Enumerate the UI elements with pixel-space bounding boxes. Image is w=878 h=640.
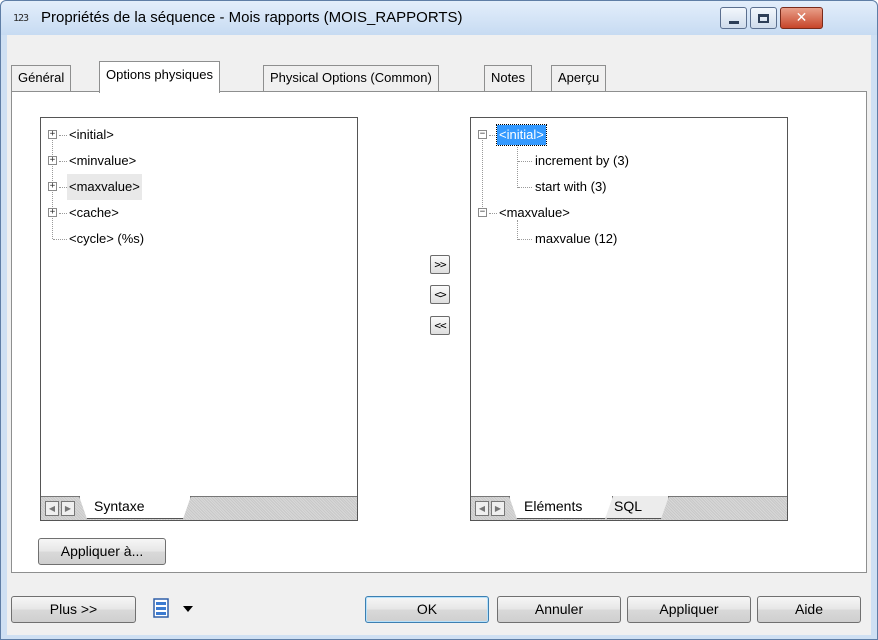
tree-item[interactable]: increment by (3) <box>477 148 783 174</box>
options-physiques-page: + <initial> + <minvalue> + <maxvalue> + … <box>11 91 867 573</box>
tree-line <box>59 187 67 188</box>
dialog-window: 123 Propriétés de la séquence - Mois rap… <box>0 0 878 640</box>
tree-item-label: increment by (3) <box>535 153 629 168</box>
syntax-tree-panel: + <initial> + <minvalue> + <maxvalue> + … <box>40 117 358 521</box>
tab-apercu[interactable]: Aperçu <box>551 65 607 91</box>
apply-to-button[interactable]: Appliquer à... <box>38 538 166 565</box>
expand-icon[interactable]: + <box>48 156 57 165</box>
tree-item[interactable]: + <maxvalue> <box>47 174 353 200</box>
tab-physical-options-common[interactable]: Physical Options (Common) <box>263 65 439 91</box>
tree-item-label: <maxvalue> <box>67 174 142 200</box>
title-bar[interactable]: 123 Propriétés de la séquence - Mois rap… <box>1 1 877 35</box>
ok-button[interactable]: OK <box>365 596 489 623</box>
tree-item[interactable]: maxvalue (12) <box>477 226 783 252</box>
tree-item[interactable]: + <cache> <box>47 200 353 226</box>
tree-line <box>59 135 67 136</box>
tab-elements[interactable]: Eléments <box>509 496 613 519</box>
syntax-tab-strip: ◀ ▶ Syntaxe <box>41 496 357 520</box>
tree-item[interactable]: − <maxvalue> <box>477 200 783 226</box>
more-button[interactable]: Plus >> <box>11 596 136 623</box>
tree-item[interactable]: + <initial> <box>47 122 353 148</box>
tree-line <box>489 213 497 214</box>
elements-tab-strip: ◀ ▶ SQL Eléments <box>471 496 787 520</box>
syntax-tree: + <initial> + <minvalue> + <maxvalue> + … <box>47 122 353 252</box>
expand-icon[interactable]: + <box>48 182 57 191</box>
tree-item[interactable]: <cycle> (%s) <box>47 226 353 252</box>
tree-item-label: maxvalue (12) <box>535 231 618 246</box>
dropdown-caret-icon[interactable] <box>183 606 193 612</box>
tree-item-label: <initial> <box>69 127 114 142</box>
property-sheet-icon[interactable] <box>153 598 169 618</box>
close-icon: ✕ <box>795 10 808 26</box>
scroll-right-icon[interactable]: ▶ <box>491 501 505 516</box>
collapse-icon[interactable]: − <box>478 208 487 217</box>
dialog-client: Général Options physiques Physical Optio… <box>7 35 871 635</box>
tree-item-label: <cycle> (%s) <box>69 231 145 246</box>
tree-item[interactable]: − <initial> <box>477 122 783 148</box>
window-title: Propriétés de la séquence - Mois rapport… <box>41 9 463 26</box>
tree-item[interactable]: start with (3) <box>477 174 783 200</box>
scroll-left-icon[interactable]: ◀ <box>475 501 489 516</box>
tree-item-label: start with (3) <box>535 179 607 194</box>
tree-line <box>59 161 67 162</box>
elements-tree-panel: − <initial> increment by (3) start with … <box>470 117 788 521</box>
tree-line <box>59 213 67 214</box>
expand-icon[interactable]: + <box>48 208 57 217</box>
tree-line <box>518 187 532 188</box>
tree-item-label: <minvalue> <box>69 153 137 168</box>
tree-item-label: <initial> <box>496 124 547 146</box>
maximize-icon <box>758 13 769 23</box>
tree-line <box>489 135 495 136</box>
tree-item-label: <cache> <box>69 205 119 220</box>
minimize-icon <box>728 20 739 24</box>
replace-button[interactable]: <> <box>430 285 450 304</box>
tree-item-label: <maxvalue> <box>499 205 570 220</box>
tree-item[interactable]: + <minvalue> <box>47 148 353 174</box>
tab-options-physiques[interactable]: Options physiques <box>99 61 220 93</box>
tree-line <box>53 239 67 240</box>
scroll-left-icon[interactable]: ◀ <box>45 501 59 516</box>
collapse-icon[interactable]: − <box>478 130 487 139</box>
tree-line <box>518 161 532 162</box>
help-button[interactable]: Aide <box>757 596 861 623</box>
scroll-right-icon[interactable]: ▶ <box>61 501 75 516</box>
maximize-button[interactable] <box>750 7 777 29</box>
sequence-app-icon: 123 <box>13 13 29 24</box>
minimize-button[interactable] <box>720 7 747 29</box>
tab-strip: Général Options physiques Physical Optio… <box>7 61 871 93</box>
tree-line <box>518 239 532 240</box>
add-button[interactable]: >> <box>430 255 450 274</box>
tab-general[interactable]: Général <box>11 65 72 91</box>
close-button[interactable]: ✕ <box>780 7 823 29</box>
apply-button[interactable]: Appliquer <box>627 596 751 623</box>
cancel-button[interactable]: Annuler <box>497 596 621 623</box>
expand-icon[interactable]: + <box>48 130 57 139</box>
elements-tree: − <initial> increment by (3) start with … <box>477 122 783 252</box>
tab-notes[interactable]: Notes <box>484 65 532 91</box>
remove-button[interactable]: << <box>430 316 450 335</box>
tab-syntaxe[interactable]: Syntaxe <box>79 496 191 519</box>
